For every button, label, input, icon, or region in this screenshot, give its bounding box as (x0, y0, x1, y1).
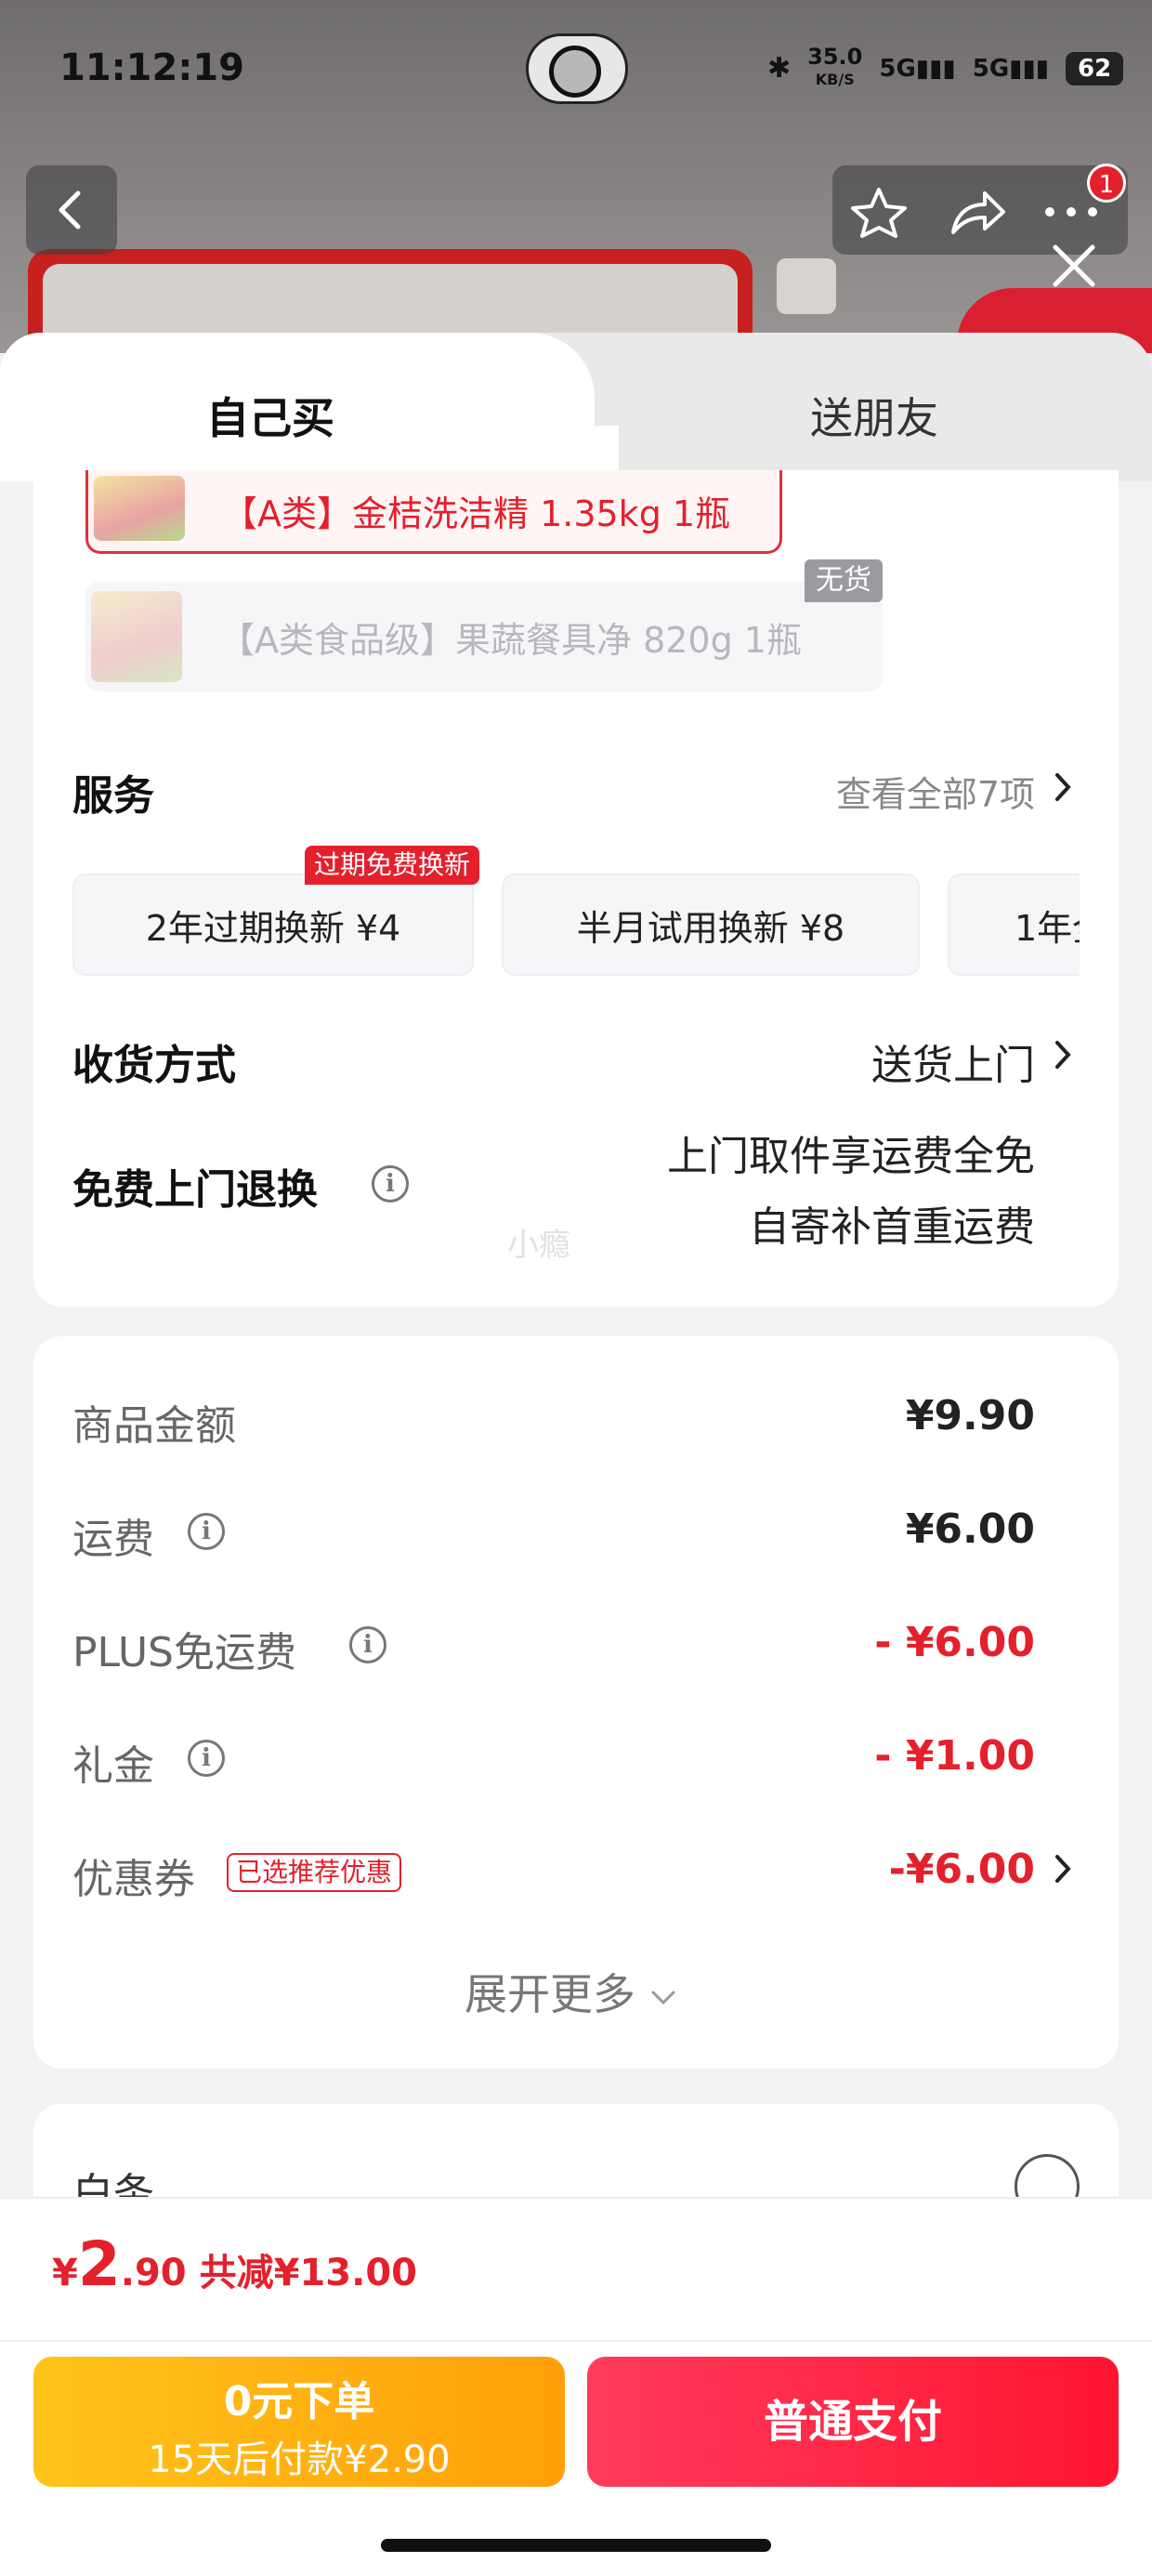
brand-logo (777, 258, 836, 314)
notification-badge: 1 (1087, 164, 1126, 203)
service-option-1yr[interactable]: 1年全 (948, 874, 1080, 976)
signal-icon: 5G▮▮▮ (879, 54, 956, 83)
share-icon[interactable] (948, 186, 1007, 238)
service-option-halfmonth[interactable]: 半月试用换新 ¥8 (502, 874, 920, 976)
net-speed: 35.0 KB/S (807, 44, 863, 88)
coupon-selected-tag: 已选推荐优惠 (227, 1853, 402, 1892)
bluetooth-icon: ✱ (767, 52, 792, 85)
total-reduced: 共减¥13.00 (199, 2252, 417, 2294)
free-return-title: 免费上门退换 (72, 1166, 318, 1214)
divider (0, 2340, 1152, 2342)
price-row-value: ¥9.90 (905, 1392, 1035, 1439)
zero-yuan-order-button[interactable]: 0元下单 15天后付款¥2.90 (33, 2357, 565, 2487)
service-option-2yr[interactable]: 2年过期换新 ¥4 (72, 874, 474, 976)
info-icon[interactable]: i (349, 1626, 386, 1663)
chevron-right-icon (1055, 1041, 1071, 1069)
price-row-label: 礼金 (72, 1742, 154, 1790)
battery-icon: 62 (1066, 51, 1124, 85)
coupon-row-label[interactable]: 优惠券 (72, 1846, 195, 1905)
out-of-stock-badge: 无货 (805, 559, 883, 602)
price-row-value: - ¥1.00 (874, 1732, 1035, 1780)
home-indicator (381, 2539, 771, 2552)
back-button[interactable] (26, 165, 117, 255)
signal-icon-2: 5G▮▮▮ (972, 54, 1050, 83)
chevron-left-icon (59, 191, 81, 230)
service-title: 服务 (72, 772, 154, 820)
service-promo-tag: 过期免费换新 (305, 846, 480, 885)
price-row-label: PLUS免运费 (72, 1629, 296, 1676)
free-return-line1: 上门取件享运费全免 (667, 1133, 1035, 1180)
delivery-value[interactable]: 送货上门 (871, 1032, 1035, 1091)
sku-option-selected[interactable]: 【A类】金桔洗洁精 1.35kg 1瓶 (85, 470, 782, 554)
info-icon[interactable]: i (372, 1165, 409, 1203)
price-row-label: 运费 (72, 1516, 154, 1563)
price-row-label: 商品金额 (72, 1402, 236, 1450)
total-price: ¥ 2 .90 共减¥13.00 (52, 2228, 417, 2300)
delivery-title: 收货方式 (72, 1042, 236, 1089)
chevron-right-icon (1055, 1855, 1071, 1883)
sku-label: 【A类】金桔洗洁精 1.35kg 1瓶 (222, 493, 731, 534)
close-icon[interactable] (1048, 240, 1100, 292)
tab-self-buy-label[interactable]: 自己买 (206, 385, 334, 446)
sku-thumbnail (91, 591, 182, 682)
see-all-services-link[interactable]: 查看全部7项 (836, 766, 1035, 817)
tab-gift-friend[interactable]: 送朋友 (810, 385, 938, 446)
chevron-down-icon (651, 1991, 675, 2004)
expand-more-button[interactable]: 展开更多 (465, 1961, 677, 2022)
normal-pay-button[interactable]: 普通支付 (587, 2357, 1119, 2487)
chevron-right-icon (1055, 773, 1071, 801)
sku-option-unavailable[interactable]: 【A类食品级】果蔬餐具净 820g 1瓶 (85, 582, 883, 691)
price-row-value: - ¥6.00 (874, 1619, 1035, 1666)
watermark-text: 小瘾 (507, 1227, 570, 1264)
tab-bar: 自己买 送朋友 (0, 333, 1152, 481)
info-icon[interactable]: i (188, 1513, 225, 1550)
price-row-value: ¥6.00 (905, 1505, 1035, 1553)
info-icon[interactable]: i (188, 1740, 225, 1777)
sku-thumbnail (94, 475, 185, 541)
status-time: 11:12:19 (59, 46, 244, 89)
sku-label: 【A类食品级】果蔬餐具净 820g 1瓶 (219, 619, 802, 661)
free-return-line2: 自寄补首重运费 (749, 1203, 1035, 1251)
dynamic-island (526, 33, 628, 104)
coupon-row-value[interactable]: -¥6.00 (889, 1846, 1035, 1893)
status-bar: 11:12:19 ✱ 35.0 KB/S 5G▮▮▮ 5G▮▮▮ 62 (0, 0, 1152, 139)
star-icon[interactable] (849, 186, 909, 238)
